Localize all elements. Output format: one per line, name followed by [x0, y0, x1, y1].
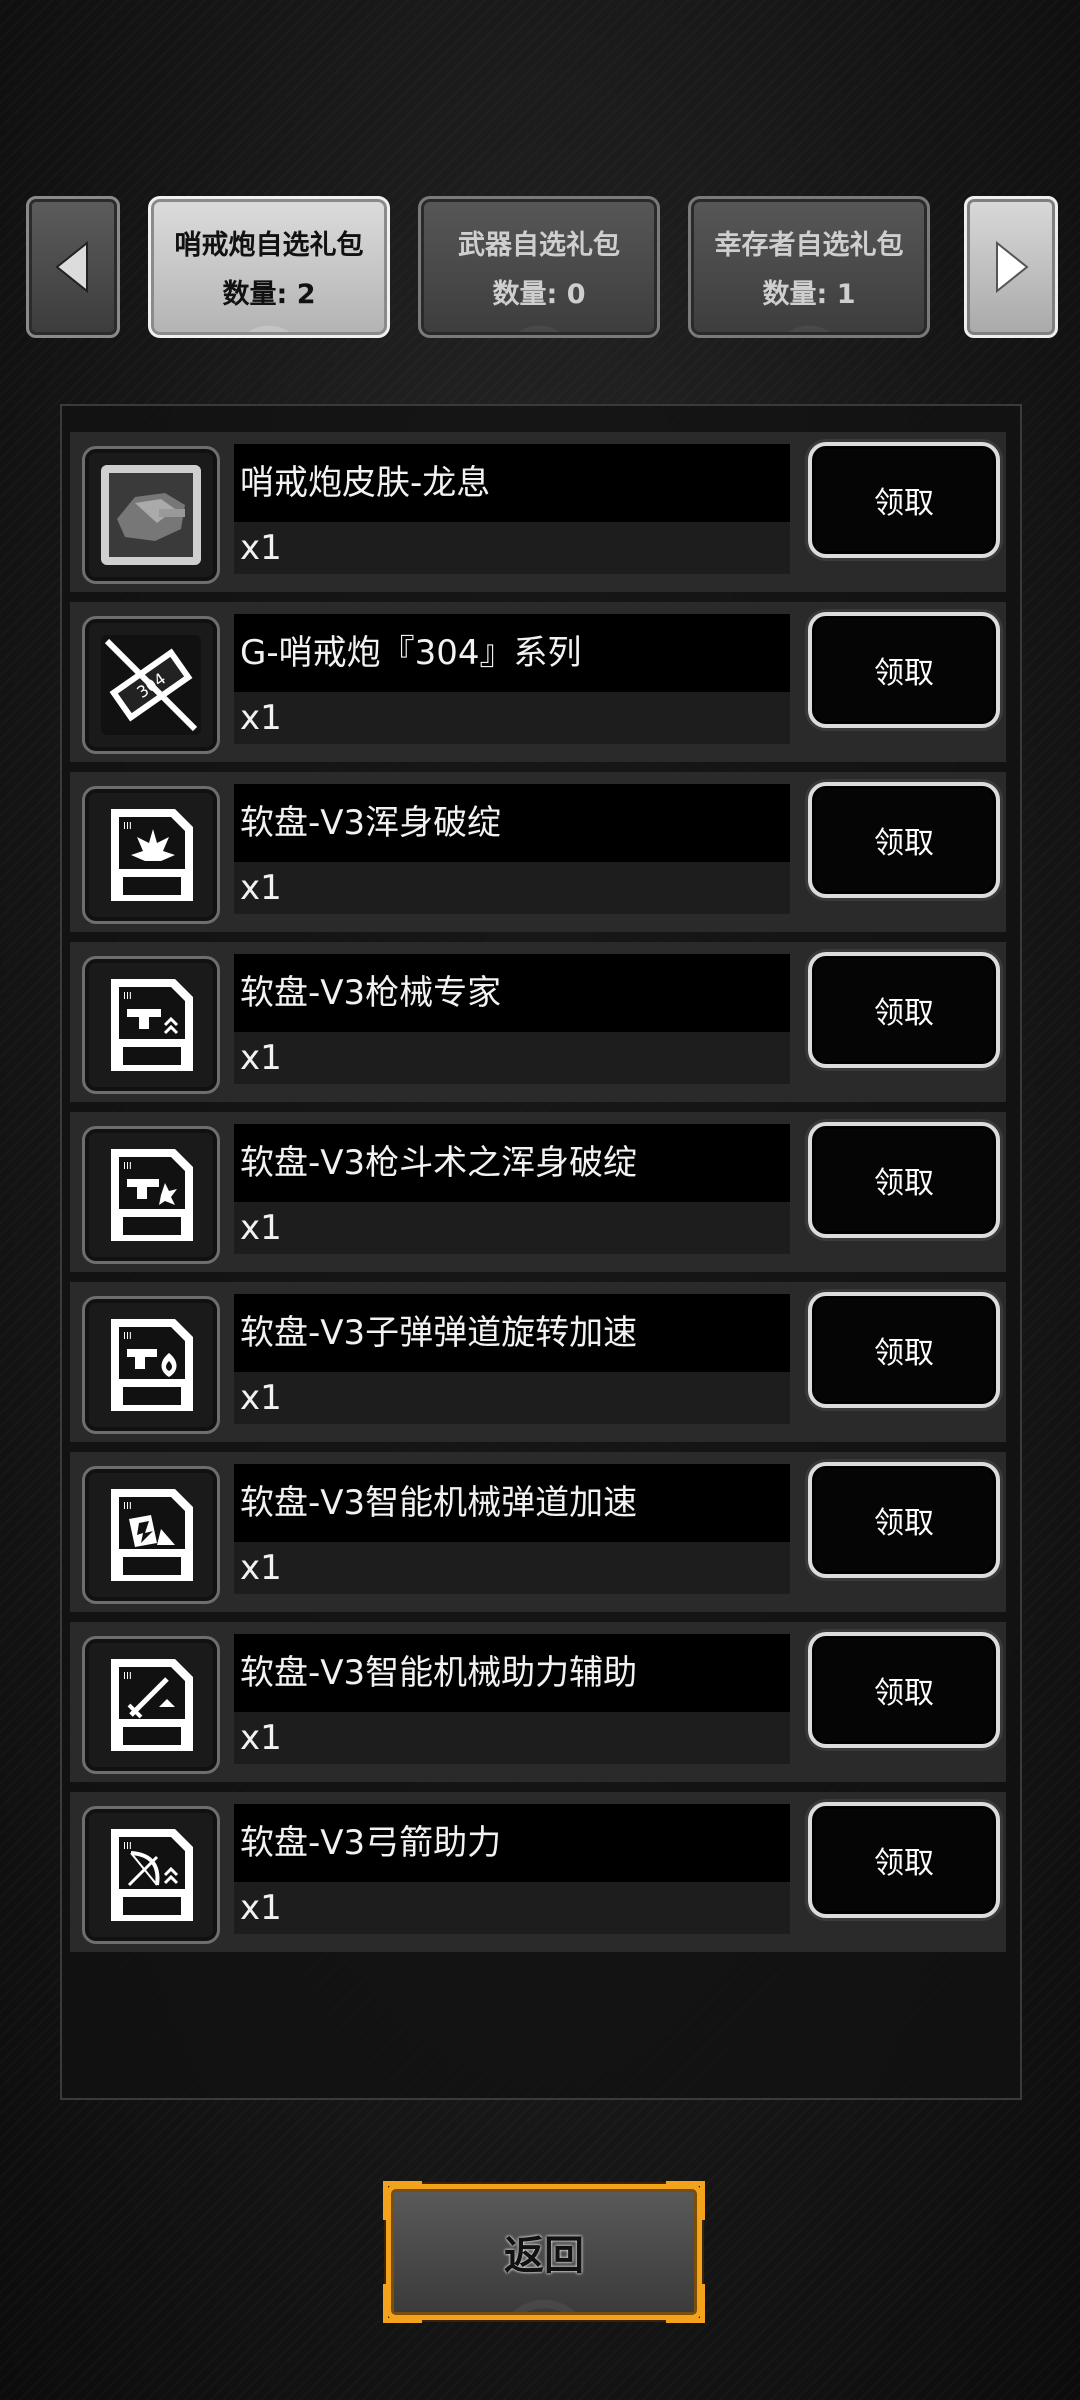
corner-ornament — [383, 2284, 422, 2323]
item-quantity: x1 — [234, 1542, 790, 1594]
list-item: III 软盘-V3浑身破绽 x1 领取 — [70, 772, 1006, 932]
claim-button[interactable]: 领取 — [808, 612, 1000, 728]
item-quantity: x1 — [234, 692, 790, 744]
list-item: III 软盘-V3智能机械助力辅助 x1 领取 — [70, 1622, 1006, 1782]
list-item: 哨戒炮皮肤-龙息 x1 领取 — [70, 432, 1006, 592]
floppy-gun-expert-icon: III — [82, 956, 220, 1094]
arrow-left-icon — [55, 240, 88, 294]
item-name: 软盘-V3浑身破绽 — [234, 784, 790, 862]
tab-title: 哨戒炮自选礼包 — [174, 230, 364, 261]
corner-ornament — [666, 2181, 705, 2220]
tab-sentry-gun-pack[interactable]: 哨戒炮自选礼包 数量: 2 — [148, 196, 390, 338]
floppy-bow-assist-icon: III — [82, 1806, 220, 1944]
tab-survivor-pack[interactable]: 幸存者自选礼包 数量: 1 — [688, 196, 930, 338]
svg-text:III: III — [123, 821, 132, 832]
svg-text:III: III — [123, 991, 132, 1002]
floppy-smart-mech-icon: III — [82, 1466, 220, 1604]
svg-text:III: III — [123, 1841, 132, 1852]
item-quantity: x1 — [234, 1032, 790, 1084]
tab-count: 数量: 0 — [492, 279, 586, 310]
item-name: 软盘-V3枪械专家 — [234, 954, 790, 1032]
list-item: III 软盘-V3智能机械弹道加速 x1 领取 — [70, 1452, 1006, 1612]
list-item: 304 G-哨戒炮『304』系列 x1 领取 — [70, 602, 1006, 762]
item-name: 软盘-V3智能机械弹道加速 — [234, 1464, 790, 1542]
back-button[interactable]: 返回 — [383, 2181, 705, 2323]
svg-text:III: III — [123, 1331, 132, 1342]
corner-ornament — [666, 2284, 705, 2323]
claim-button[interactable]: 领取 — [808, 442, 1000, 558]
arrow-right-icon — [996, 240, 1029, 294]
item-name: 软盘-V3枪斗术之浑身破绽 — [234, 1124, 790, 1202]
list-item: III 软盘-V3子弹弹道旋转加速 x1 领取 — [70, 1282, 1006, 1442]
back-button-label: 返回 — [504, 2233, 584, 2279]
item-quantity: x1 — [234, 1202, 790, 1254]
svg-text:III: III — [123, 1501, 132, 1512]
tab-title: 武器自选礼包 — [458, 230, 620, 261]
item-name: 软盘-V3子弹弹道旋转加速 — [234, 1294, 790, 1372]
item-quantity: x1 — [234, 1712, 790, 1764]
floppy-gun-kata-icon: III — [82, 1126, 220, 1264]
corner-ornament — [383, 2181, 422, 2220]
svg-text:III: III — [123, 1161, 132, 1172]
item-name: 哨戒炮皮肤-龙息 — [234, 444, 790, 522]
gift-pack-tab-bar: 哨戒炮自选礼包 数量: 2 武器自选礼包 数量: 0 幸存者自选礼包 数量: 1 — [0, 196, 1080, 338]
floppy-mech-assist-icon: III — [82, 1636, 220, 1774]
next-tab-button[interactable] — [964, 196, 1058, 338]
tab-count: 数量: 2 — [222, 279, 316, 310]
item-name: 软盘-V3智能机械助力辅助 — [234, 1634, 790, 1712]
tab-count: 数量: 1 — [762, 279, 856, 310]
list-item: III 软盘-V3枪械专家 x1 领取 — [70, 942, 1006, 1102]
svg-text:III: III — [123, 1671, 132, 1682]
item-quantity: x1 — [234, 522, 790, 574]
list-item: III 软盘-V3弓箭助力 x1 领取 — [70, 1792, 1006, 1952]
claim-button[interactable]: 领取 — [808, 1292, 1000, 1408]
item-quantity: x1 — [234, 1882, 790, 1934]
turret-304-icon: 304 — [82, 616, 220, 754]
item-name: G-哨戒炮『304』系列 — [234, 614, 790, 692]
item-name: 软盘-V3弓箭助力 — [234, 1804, 790, 1882]
claim-button[interactable]: 领取 — [808, 1632, 1000, 1748]
tab-title: 幸存者自选礼包 — [714, 230, 904, 261]
claim-button[interactable]: 领取 — [808, 1462, 1000, 1578]
reward-list-panel[interactable]: 哨戒炮皮肤-龙息 x1 领取 304 G-哨戒炮『304』系列 x1 领取 II… — [60, 404, 1022, 2100]
prev-tab-button[interactable] — [26, 196, 120, 338]
item-quantity: x1 — [234, 862, 790, 914]
claim-button[interactable]: 领取 — [808, 782, 1000, 898]
floppy-bullet-spin-icon: III — [82, 1296, 220, 1434]
item-quantity: x1 — [234, 1372, 790, 1424]
tab-weapon-pack[interactable]: 武器自选礼包 数量: 0 — [418, 196, 660, 338]
claim-button[interactable]: 领取 — [808, 952, 1000, 1068]
list-item: III 软盘-V3枪斗术之浑身破绽 x1 领取 — [70, 1112, 1006, 1272]
floppy-burst-icon: III — [82, 786, 220, 924]
claim-button[interactable]: 领取 — [808, 1122, 1000, 1238]
claim-button[interactable]: 领取 — [808, 1802, 1000, 1918]
turret-skin-icon — [82, 446, 220, 584]
